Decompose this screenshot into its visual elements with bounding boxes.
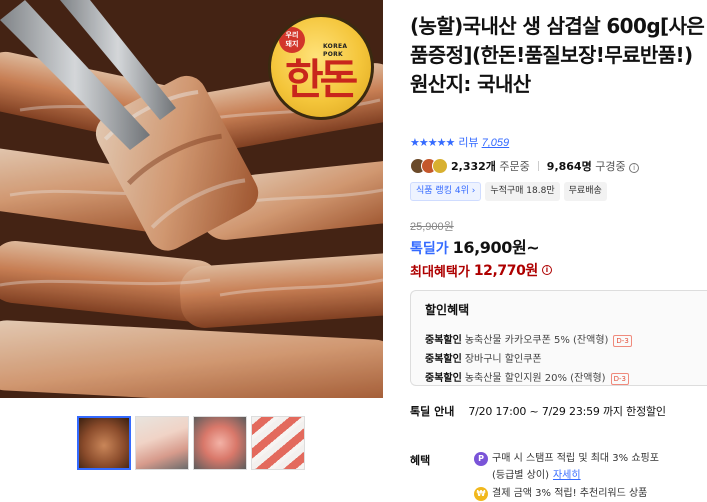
stats-row: 2,332개 주문중 9,864명 구경중 i (410, 156, 640, 176)
review-link[interactable]: 리뷰 7,059 (458, 134, 509, 150)
benefit-line-3: ₩ 결제 금액 3% 적립! 추천리워드 상품 (474, 485, 647, 502)
thumbnail-strip (77, 416, 305, 470)
details-link[interactable]: 자세히 (553, 467, 581, 484)
discount-title: 할인혜택 (425, 303, 470, 317)
review-count: 7,059 (481, 137, 510, 149)
deal-period-row: 톡딜 안내 7/20 17:00 ~ 7/29 23:59 까지 한정할인 (410, 402, 666, 420)
discount-item-text: 장바구니 할인쿠폰 (464, 354, 542, 365)
info-icon[interactable]: i (629, 163, 640, 173)
discount-box: 할인혜택 중복할인 농축산물 카카오쿠폰 5% (잔액형) D-3 중복할인 장… (410, 290, 707, 386)
discount-item-label: 중복할인 (425, 335, 462, 346)
deal-period-label: 톡딜 안내 (410, 405, 455, 418)
benefit-text-3: 결제 금액 3% 적립! 추천리워드 상품 (492, 488, 648, 499)
review-label: 리뷰 (458, 137, 479, 149)
ranking-badge-text: 식품 랭킹 4위 (416, 186, 469, 196)
benefit-line-2: (등급별 상이) 자세히 (492, 467, 581, 484)
discount-item-text: 농축산물 할인지원 20% (잔액형) (464, 373, 606, 384)
deal-price-row: 톡딜가 16,900원~ (410, 234, 540, 257)
deal-label: 톡딜가 (410, 241, 449, 257)
deal-period-value: 7/20 17:00 ~ 7/29 23:59 까지 한정할인 (468, 405, 666, 418)
discount-item-label: 중복할인 (425, 354, 462, 365)
max-benefit-label: 최대혜택가 (410, 264, 470, 280)
d-day-badge: D-3 (610, 372, 629, 385)
product-title: (농할)국내산 생 삼겹살 600g[사은품증정](한돈!품질보장!무료반품!)… (410, 14, 705, 96)
avatar (432, 158, 448, 174)
thumbnail-2[interactable] (135, 416, 189, 470)
cumulative-purchase-badge: 누적구매 18.8만 (485, 182, 560, 201)
benefit-label: 혜택 (410, 454, 431, 467)
order-count-suffix: 주문중 (499, 160, 530, 173)
rating-row: ★★★★★ 리뷰 7,059 (410, 134, 509, 150)
order-count: 2,332개 주문중 (451, 158, 530, 174)
original-price: 25,900원 (410, 221, 454, 233)
discount-item: 중복할인 장바구니 할인쿠폰 (425, 350, 696, 369)
reward-coin-icon: ₩ (474, 486, 488, 501)
benefit-text-2: (등급별 상이) (492, 470, 549, 481)
deal-price: 16,900원~ (452, 238, 540, 257)
discount-item-label: 중복할인 (425, 373, 462, 384)
product-main-image[interactable]: 우리 돼지 KOREA PORK 한돈 (0, 0, 383, 398)
logo-badge: 우리 돼지 (279, 27, 305, 53)
discount-item-text: 농축산물 카카오쿠폰 5% (잔액형) (464, 335, 609, 346)
thumbnail-4[interactable] (251, 416, 305, 470)
viewer-count-value: 9,864명 (546, 160, 592, 173)
max-benefit-row: 최대혜택가 12,770원 i (410, 260, 552, 280)
info-icon[interactable]: i (541, 265, 552, 275)
logo-main-text-value: 한돈 (285, 55, 358, 104)
point-coin-icon: P (474, 451, 488, 466)
d-day-badge: D-3 (613, 334, 632, 347)
badge-row: 식품 랭킹 4위 › 누적구매 18.8만 무료배송 (410, 182, 607, 201)
thumbnail-3[interactable] (193, 416, 247, 470)
benefit-text-1: 구매 시 스탬프 적립 및 최대 3% 쇼핑포 (492, 453, 659, 464)
star-rating-icon: ★★★★★ (410, 135, 455, 149)
buyer-avatars (410, 158, 448, 174)
ranking-badge[interactable]: 식품 랭킹 4위 › (410, 182, 482, 201)
divider (537, 161, 539, 171)
free-shipping-badge: 무료배송 (563, 182, 607, 201)
viewer-count-suffix: 구경중 (595, 160, 626, 173)
thumbnail-1[interactable] (77, 416, 131, 470)
logo-main-text: 한돈 (285, 55, 358, 105)
discount-item: 중복할인 농축산물 할인지원 20% (잔액형) D-3 (425, 369, 696, 388)
benefit-line-1: P 구매 시 스탬프 적립 및 최대 3% 쇼핑포 (474, 450, 659, 467)
max-benefit-price: 12,770원 (473, 263, 539, 279)
viewer-count: 9,864명 구경중 i (546, 158, 640, 174)
discount-item: 중복할인 농축산물 카카오쿠폰 5% (잔액형) D-3 (425, 331, 696, 350)
hanwoo-pork-logo: 우리 돼지 KOREA PORK 한돈 (268, 14, 374, 120)
order-count-value: 2,332개 (451, 160, 496, 173)
